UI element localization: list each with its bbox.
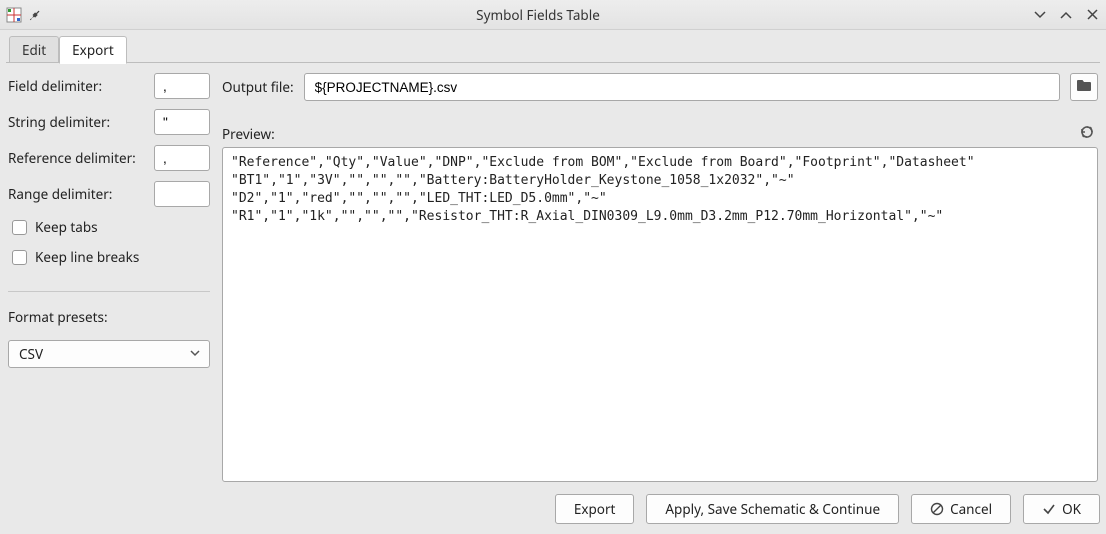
keep-tabs-label: Keep tabs	[35, 218, 98, 236]
titlebar: Symbol Fields Table	[0, 0, 1106, 30]
apply-button[interactable]: Apply, Save Schematic & Continue	[646, 494, 899, 524]
minimize-icon[interactable]	[1032, 7, 1048, 23]
ok-button-label: OK	[1062, 500, 1081, 518]
separator	[8, 291, 210, 292]
app-icon	[6, 7, 22, 23]
browse-button[interactable]	[1070, 73, 1098, 101]
cancel-icon	[930, 502, 944, 516]
chevron-down-icon	[189, 345, 201, 363]
export-panel: Field delimiter: String delimiter: Refer…	[6, 63, 1100, 484]
window-title: Symbol Fields Table	[44, 6, 1032, 24]
field-delimiter-input[interactable]	[154, 73, 210, 99]
maximize-icon[interactable]	[1058, 7, 1074, 23]
refresh-button[interactable]	[1076, 123, 1098, 145]
string-delimiter-input[interactable]	[154, 109, 210, 135]
cancel-button[interactable]: Cancel	[911, 494, 1011, 524]
tab-edit[interactable]: Edit	[9, 36, 59, 63]
keep-line-breaks-checkbox[interactable]	[12, 250, 27, 265]
dialog-buttons: Export Apply, Save Schematic & Continue …	[6, 492, 1100, 526]
string-delimiter-label: String delimiter:	[8, 113, 146, 131]
export-right: Output file: Preview:	[222, 73, 1098, 482]
reference-delimiter-label: Reference delimiter:	[8, 149, 146, 167]
format-presets-combo[interactable]: CSV	[8, 340, 210, 368]
preview-textarea[interactable]: "Reference","Qty","Value","DNP","Exclude…	[222, 147, 1098, 482]
field-delimiter-label: Field delimiter:	[8, 77, 146, 95]
close-icon[interactable]	[1084, 7, 1100, 23]
keep-tabs-checkbox[interactable]	[12, 220, 27, 235]
export-options: Field delimiter: String delimiter: Refer…	[8, 73, 210, 482]
refresh-icon	[1079, 124, 1095, 144]
apply-button-label: Apply, Save Schematic & Continue	[665, 500, 880, 518]
output-file-label: Output file:	[222, 78, 294, 96]
output-file-input[interactable]	[304, 73, 1060, 101]
export-button-label: Export	[574, 500, 616, 518]
folder-icon	[1076, 78, 1092, 96]
tabstrip: Edit Export	[6, 36, 1100, 63]
check-icon	[1042, 502, 1056, 516]
range-delimiter-input[interactable]	[154, 181, 210, 207]
export-button[interactable]: Export	[555, 494, 635, 524]
tab-export[interactable]: Export	[59, 36, 127, 64]
ok-button[interactable]: OK	[1023, 494, 1100, 524]
keep-line-breaks-label: Keep line breaks	[35, 248, 139, 266]
preview-label: Preview:	[222, 125, 1076, 143]
format-presets-label: Format presets:	[8, 308, 210, 326]
format-presets-value: CSV	[19, 345, 43, 363]
reference-delimiter-input[interactable]	[154, 145, 210, 171]
pin-icon[interactable]	[28, 7, 44, 23]
cancel-button-label: Cancel	[950, 500, 992, 518]
range-delimiter-label: Range delimiter:	[8, 185, 146, 203]
